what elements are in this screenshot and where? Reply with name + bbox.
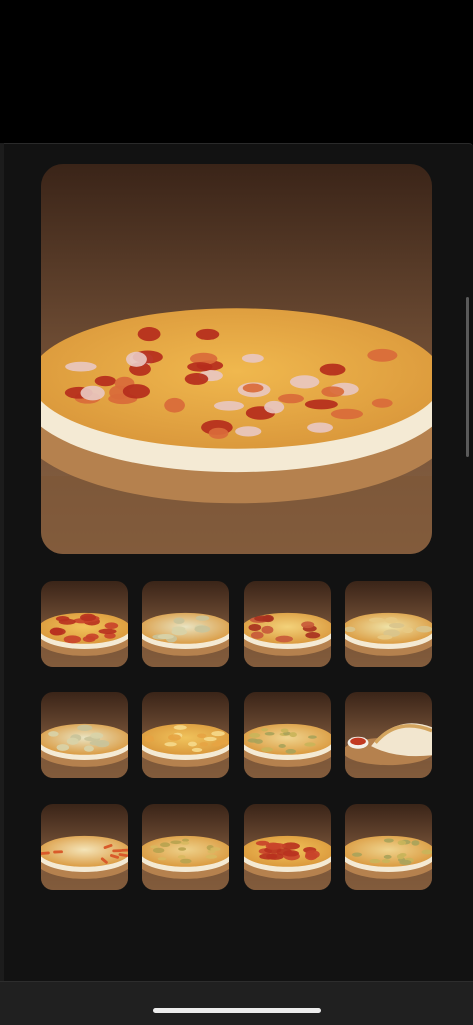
pizza-photo xyxy=(345,581,432,667)
pizza-photo xyxy=(244,804,331,890)
calzone-photo xyxy=(345,692,432,778)
sheet-edge xyxy=(0,143,4,981)
pizza-photo xyxy=(142,804,229,890)
thumbnail-11[interactable] xyxy=(244,804,331,890)
pizza-photo xyxy=(244,581,331,667)
thumbnail-4[interactable] xyxy=(345,581,432,667)
thumbnail-9[interactable] xyxy=(41,804,128,890)
thumbnail-2[interactable] xyxy=(142,581,229,667)
thumbnail-8[interactable] xyxy=(345,692,432,778)
thumbnail-10[interactable] xyxy=(142,804,229,890)
thumbnail-3[interactable] xyxy=(244,581,331,667)
pizza-photo xyxy=(41,692,128,778)
pizza-photo xyxy=(41,804,128,890)
thumbnail-6[interactable] xyxy=(142,692,229,778)
pizza-photo xyxy=(41,581,128,667)
main-pizza-photo[interactable] xyxy=(41,164,432,554)
thumbnail-7[interactable] xyxy=(244,692,331,778)
pizza-photo xyxy=(142,581,229,667)
thumbnail-5[interactable] xyxy=(41,692,128,778)
pizza-photo xyxy=(142,692,229,778)
bottom-bar xyxy=(0,981,473,1025)
scroll-indicator[interactable] xyxy=(466,297,469,457)
top-area xyxy=(0,0,473,143)
pizza-photo xyxy=(345,804,432,890)
thumbnail-12[interactable] xyxy=(345,804,432,890)
thumbnail-1[interactable] xyxy=(41,581,128,667)
pizza-photo xyxy=(41,164,432,554)
pizza-photo xyxy=(244,692,331,778)
home-indicator[interactable] xyxy=(153,1008,321,1013)
